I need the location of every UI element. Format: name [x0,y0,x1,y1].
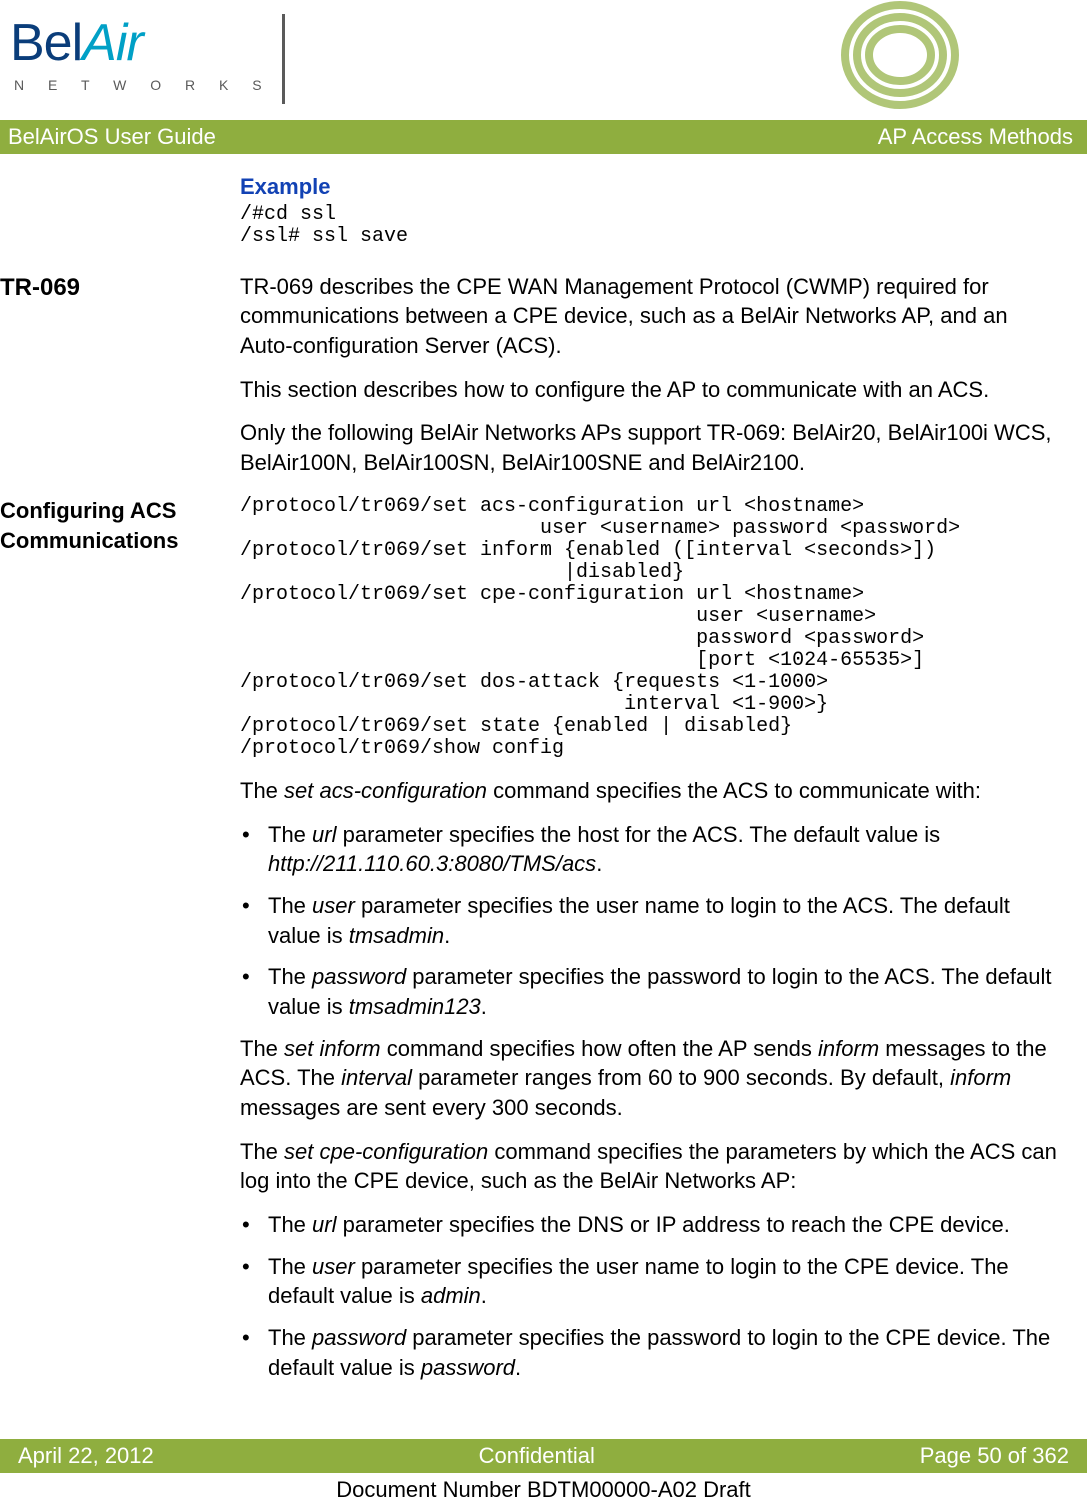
text-fragment: The [268,893,312,918]
title-bar: BelAirOS User Guide AP Access Methods [0,120,1087,154]
list-item: • The url parameter specifies the DNS or… [242,1210,1065,1240]
list-item-text: The password parameter specifies the pas… [268,1323,1065,1382]
text-fragment: messages are sent every 300 seconds. [240,1095,623,1120]
param-value: password [421,1355,515,1380]
text-fragment: command specifies the ACS to communicate… [487,778,981,803]
text-fragment: The [268,1212,312,1237]
tr069-para-1: TR-069 describes the CPE WAN Management … [240,272,1065,361]
term: inform [818,1036,879,1061]
bullet-icon: • [242,891,268,950]
list-item: • The password parameter specifies the p… [242,1323,1065,1382]
bullet-icon: • [242,820,268,879]
text-fragment: The [268,964,312,989]
cpe-param-list: • The url parameter specifies the DNS or… [240,1210,1065,1382]
list-item: • The user parameter specifies the user … [242,1252,1065,1311]
section-heading-tr069: TR-069 [0,272,240,492]
text-fragment: parameter specifies the user name to log… [268,1254,1009,1309]
logo-text-bel: Bel [10,14,82,72]
param-value: http://211.110.60.3:8080/TMS/acs [268,851,596,876]
tr069-para-2: This section describes how to configure … [240,375,1065,405]
param-value: tmsadmin123 [349,994,481,1019]
text-fragment: The [268,822,312,847]
document-number: Document Number BDTM00000-A02 Draft [0,1475,1087,1505]
term: inform [950,1065,1011,1090]
bullet-icon: • [242,1210,268,1240]
bullet-icon: • [242,962,268,1021]
command-name: set acs-configuration [284,778,487,803]
example-heading: Example [240,172,1065,202]
list-item: • The password parameter specifies the p… [242,962,1065,1021]
text-fragment: The [268,1254,312,1279]
param-name: user [312,893,355,918]
footer-page: Page 50 of 362 [920,1441,1069,1471]
text-fragment: . [596,851,602,876]
logo: BelAir N E T W O R K S [10,8,272,95]
text-fragment: parameter ranges from 60 to 900 seconds.… [412,1065,950,1090]
bullet-icon: • [242,1252,268,1311]
text-fragment: parameter specifies the DNS or IP addres… [336,1212,1009,1237]
command-name: set inform [284,1036,381,1061]
inform-para: The set inform command specifies how oft… [240,1034,1065,1123]
list-item: • The url parameter specifies the host f… [242,820,1065,879]
param-name: url [312,822,336,847]
page-content: Example /#cd ssl /ssl# ssl save TR-069 T… [0,154,1087,1395]
config-acs-code: /protocol/tr069/set acs-configuration ur… [240,496,1065,760]
acs-param-list: • The url parameter specifies the host f… [240,820,1065,1022]
command-name: set cpe-configuration [284,1139,488,1164]
logo-separator [282,14,285,104]
text-fragment: parameter specifies the host for the ACS… [336,822,940,847]
param-name: user [312,1254,355,1279]
swirl-icon [835,0,965,110]
logo-text-air: Air [82,14,143,72]
footer-confidential: Confidential [479,1441,595,1471]
footer-date: April 22, 2012 [18,1441,154,1471]
text-fragment: . [444,923,450,948]
example-code: /#cd ssl /ssl# ssl save [240,204,1065,248]
text-fragment: The [240,1036,284,1061]
bullet-icon: • [242,1323,268,1382]
term: interval [341,1065,412,1090]
chapter-title: AP Access Methods [878,122,1073,152]
page-header: BelAir N E T W O R K S [0,0,1087,120]
param-value: admin [421,1283,481,1308]
list-item-text: The url parameter specifies the host for… [268,820,1065,879]
text-fragment: command specifies how often the AP sends [381,1036,818,1061]
cpe-intro: The set cpe-configuration command specif… [240,1137,1065,1196]
footer-bar: April 22, 2012 Confidential Page 50 of 3… [0,1439,1087,1473]
text-fragment: . [515,1355,521,1380]
logo-subtext: N E T W O R K S [14,76,272,95]
list-item: • The user parameter specifies the user … [242,891,1065,950]
text-fragment: . [481,1283,487,1308]
list-item-text: The user parameter specifies the user na… [268,1252,1065,1311]
list-item-text: The user parameter specifies the user na… [268,891,1065,950]
text-fragment: The [240,1139,284,1164]
guide-title: BelAirOS User Guide [8,122,216,152]
text-fragment: The [268,1325,312,1350]
text-fragment: . [481,994,487,1019]
list-item-text: The password parameter specifies the pas… [268,962,1065,1021]
section-heading-config-acs: Configuring ACS Communications [0,496,240,1395]
list-item-text: The url parameter specifies the DNS or I… [268,1210,1065,1240]
tr069-para-3: Only the following BelAir Networks APs s… [240,418,1065,477]
param-name: password [312,1325,406,1350]
param-value: tmsadmin [349,923,444,948]
param-name: url [312,1212,336,1237]
text-fragment: The [240,778,284,803]
logo-wordmark: BelAir [10,8,272,78]
acs-intro: The set acs-configuration command specif… [240,776,1065,806]
param-name: password [312,964,406,989]
